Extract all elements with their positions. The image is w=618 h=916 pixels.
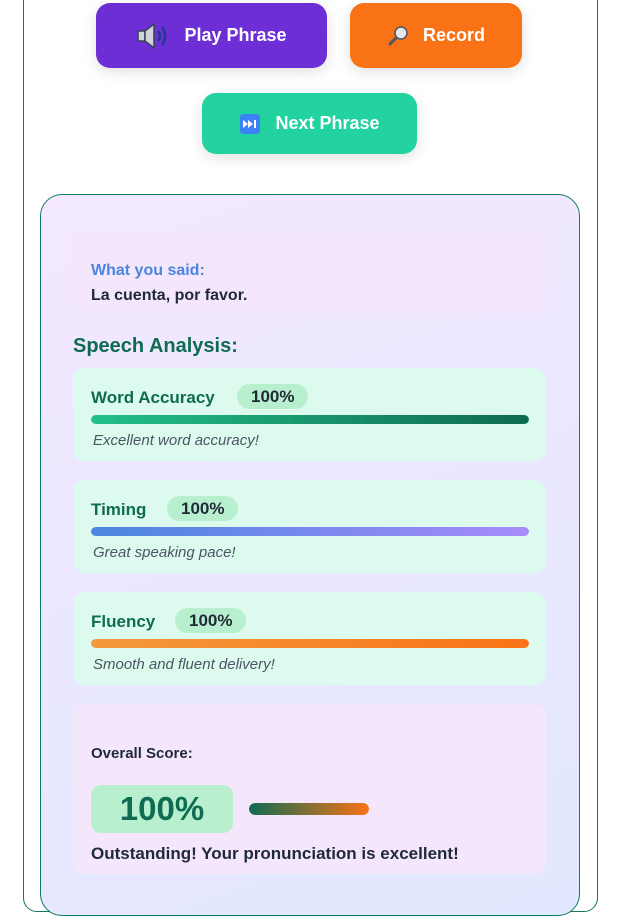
analysis-title: Speech Analysis: bbox=[73, 335, 238, 357]
metric-progress-bar bbox=[91, 639, 529, 648]
metric-score-badge: 100% bbox=[167, 496, 239, 521]
metric-name: Fluency bbox=[91, 612, 156, 631]
metric-fluency: Fluency 100% Smooth and fluent delivery! bbox=[73, 592, 546, 685]
play-phrase-button[interactable]: Play Phrase bbox=[96, 3, 327, 68]
transcript-card: What you said: La cuenta, por favor. bbox=[73, 231, 546, 313]
metric-message: Smooth and fluent delivery! bbox=[93, 656, 275, 673]
speaker-icon bbox=[136, 21, 170, 50]
play-phrase-label: Play Phrase bbox=[184, 25, 287, 45]
metric-progress-fill bbox=[91, 527, 529, 536]
metric-message: Excellent word accuracy! bbox=[93, 432, 259, 449]
metric-timing: Timing 100% Great speaking pace! bbox=[73, 480, 546, 573]
next-track-icon bbox=[239, 113, 261, 135]
metric-progress-bar bbox=[91, 415, 529, 424]
overall-progress-fill bbox=[249, 803, 369, 815]
metric-score-badge: 100% bbox=[237, 384, 309, 409]
overall-score-value: 100% bbox=[91, 785, 233, 833]
metric-progress-fill bbox=[91, 415, 529, 424]
next-phrase-button[interactable]: Next Phrase bbox=[202, 93, 417, 154]
metric-word-accuracy: Word Accuracy 100% Excellent word accura… bbox=[73, 368, 546, 461]
metric-name: Timing bbox=[91, 500, 147, 519]
record-button[interactable]: Record bbox=[350, 3, 522, 68]
metric-name: Word Accuracy bbox=[91, 388, 215, 407]
record-label: Record bbox=[422, 25, 485, 45]
transcript-label: What you said: bbox=[91, 262, 205, 279]
overall-progress-bar bbox=[249, 803, 369, 815]
metric-score-badge: 100% bbox=[175, 608, 247, 633]
overall-score-card: Overall Score: 100% Outstanding! Your pr… bbox=[73, 704, 546, 874]
overall-message: Outstanding! Your pronunciation is excel… bbox=[91, 844, 459, 863]
metric-message: Great speaking pace! bbox=[93, 544, 236, 561]
metric-progress-fill bbox=[91, 639, 529, 648]
next-phrase-label: Next Phrase bbox=[275, 113, 380, 133]
microphone-icon bbox=[387, 25, 409, 47]
transcript-text: La cuenta, por favor. bbox=[91, 287, 248, 304]
overall-score-label: Overall Score: bbox=[91, 745, 193, 762]
metric-progress-bar bbox=[91, 527, 529, 536]
